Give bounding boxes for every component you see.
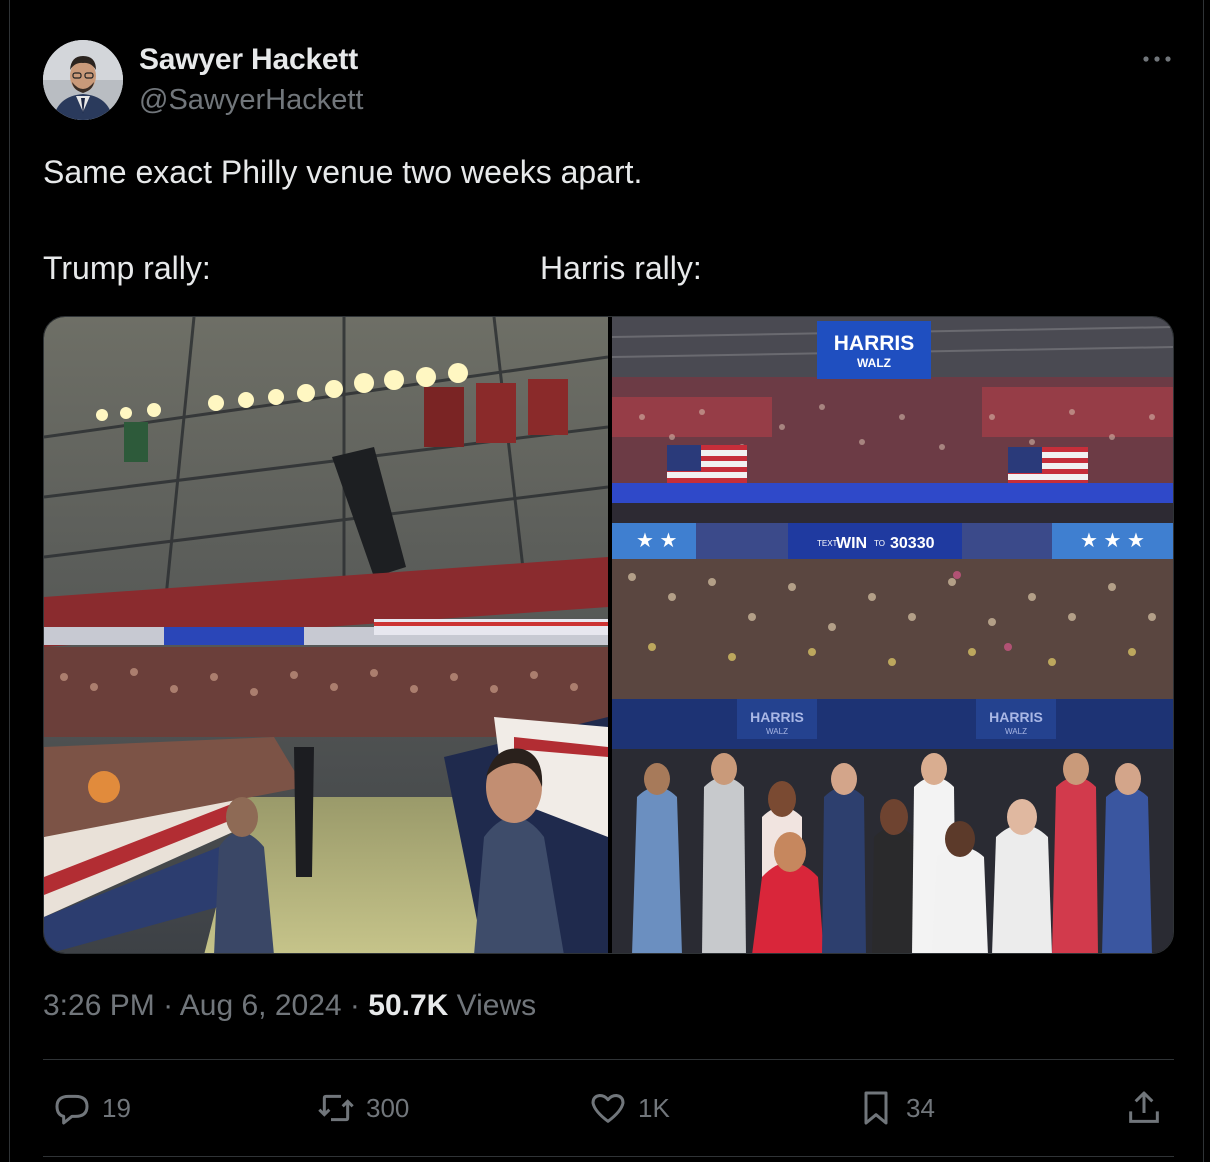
svg-text:★ ★: ★ ★ (636, 530, 677, 552)
photo-harris-rally[interactable]: HARRIS WALZ ★ ★ ★ ★ ★ TEXT WIN TO 30330 … (612, 317, 1173, 953)
svg-text:★ ★ ★: ★ ★ ★ (1080, 530, 1145, 552)
heart-icon (591, 1094, 625, 1123)
meta-separator: · (349, 989, 360, 1022)
repost-button[interactable]: 300 (316, 1086, 409, 1130)
views-count: 50.7K (368, 989, 449, 1022)
share-icon (1129, 1091, 1159, 1123)
like-button[interactable]: 1K (588, 1086, 670, 1130)
divider (43, 1156, 1174, 1157)
top-sign-harris: HARRIS (834, 332, 915, 355)
banner-win-word: WIN (836, 535, 867, 552)
stage-sign-right-sub: WALZ (1005, 727, 1027, 736)
stage-sign-left: HARRIS (750, 709, 804, 725)
card-border-right (1203, 0, 1204, 1162)
banner-number: 30330 (890, 535, 935, 552)
tweet-label-right: Harris rally: (540, 250, 702, 286)
bookmark-icon (864, 1091, 888, 1125)
avatar[interactable] (43, 40, 123, 120)
top-sign-walz: WALZ (857, 356, 891, 370)
reply-button[interactable]: 19 (52, 1086, 131, 1130)
tweet-media[interactable]: HARRIS WALZ ★ ★ ★ ★ ★ TEXT WIN TO 30330 … (43, 316, 1174, 954)
divider (43, 1059, 1174, 1060)
reply-icon (55, 1094, 89, 1125)
tweet-label-left: Trump rally: (43, 250, 211, 286)
share-button[interactable] (1124, 1086, 1164, 1130)
tweet-time[interactable]: 3:26 PM (43, 989, 155, 1022)
repost-count: 300 (366, 1092, 410, 1123)
repost-icon (318, 1094, 354, 1122)
tweet-date[interactable]: Aug 6, 2024 (180, 989, 342, 1022)
like-count: 1K (638, 1092, 670, 1123)
card-border-left (9, 0, 10, 1162)
stage-sign-right: HARRIS (989, 709, 1043, 725)
tweet-meta: 3:26 PM · Aug 6, 2024 · 50.7K Views (43, 986, 536, 1026)
avatar-photo (43, 40, 123, 120)
banner-to-word: TO (874, 539, 885, 548)
photo-trump-rally[interactable] (44, 317, 608, 953)
author-handle[interactable]: @SawyerHackett (139, 82, 363, 118)
stage-sign-left-sub: WALZ (766, 727, 788, 736)
views-label: Views (456, 989, 537, 1022)
meta-separator: · (163, 989, 174, 1022)
more-options-icon[interactable] (1140, 44, 1174, 74)
reply-count: 19 (102, 1092, 131, 1123)
author-name[interactable]: Sawyer Hackett (139, 42, 358, 78)
bookmark-button[interactable]: 34 (856, 1086, 935, 1130)
banner-text-word: TEXT (817, 539, 838, 548)
bookmark-count: 34 (906, 1092, 935, 1123)
tweet-text: Same exact Philly venue two weeks apart. (43, 154, 643, 190)
tweet-card: Sawyer Hackett @SawyerHackett Same exact… (0, 0, 1210, 1162)
